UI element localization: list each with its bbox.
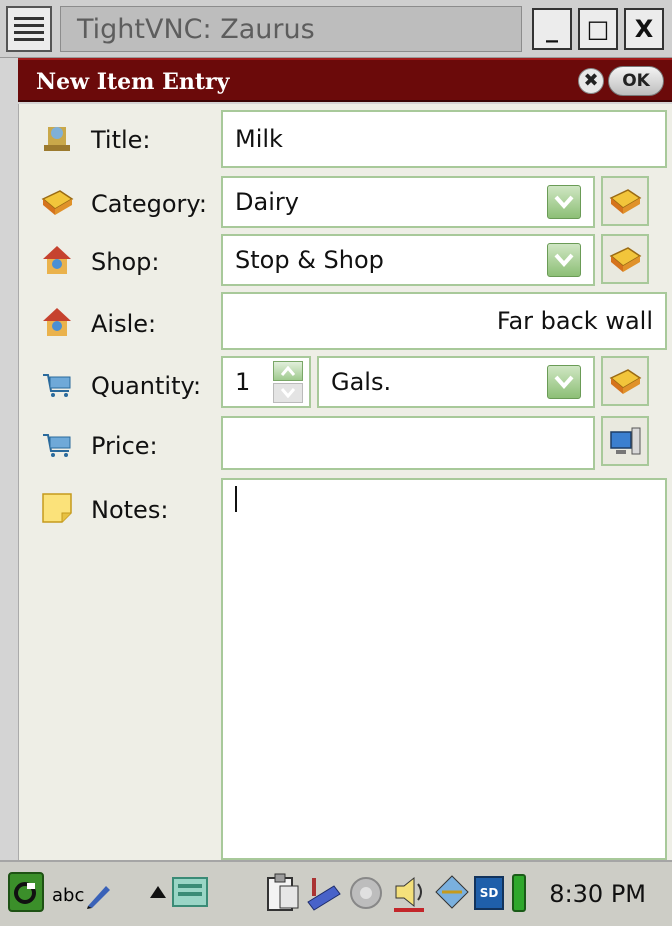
aisle-label: Aisle:: [91, 310, 157, 338]
triangle-up-icon[interactable]: [150, 886, 166, 898]
pen-icon: [87, 886, 111, 909]
window-title: TightVNC: Zaurus: [60, 6, 522, 52]
minimize-button[interactable]: _: [532, 8, 572, 50]
book-icon: [609, 369, 642, 394]
quantity-value: 1: [235, 368, 251, 396]
shop-value: Stop & Shop: [235, 246, 384, 274]
input-method-label: abc: [52, 884, 85, 906]
price-input[interactable]: [221, 416, 595, 470]
notes-label: Notes:: [91, 496, 169, 524]
paint-icon[interactable]: [304, 872, 344, 914]
close-window-button[interactable]: X: [624, 8, 664, 50]
quantity-label: Quantity:: [91, 372, 202, 400]
volume-icon[interactable]: [390, 872, 430, 914]
cart-icon: [39, 426, 75, 462]
grocery-icon: [39, 120, 75, 156]
clipboard-icon[interactable]: [262, 872, 302, 914]
taskbar: abc SD 8:30 PM: [0, 860, 672, 926]
notes-textarea[interactable]: [221, 478, 667, 860]
book-icon: [609, 247, 642, 272]
computer-icon: [610, 427, 641, 455]
category-select[interactable]: Dairy: [221, 176, 595, 228]
keyboard-icon[interactable]: [170, 874, 210, 910]
text-cursor: [235, 486, 237, 512]
category-label: Category:: [91, 190, 207, 218]
chevron-up-icon[interactable]: [273, 361, 303, 381]
close-button[interactable]: ✖: [578, 68, 604, 94]
start-menu-icon[interactable]: [8, 872, 44, 912]
edit-units-button[interactable]: [601, 356, 649, 406]
chevron-down-icon[interactable]: [547, 243, 581, 277]
title-label: Title:: [91, 126, 151, 154]
ok-button[interactable]: OK: [608, 66, 664, 96]
shop-select[interactable]: Stop & Shop: [221, 234, 595, 286]
quantity-stepper[interactable]: 1: [221, 356, 311, 408]
book-icon: [609, 189, 642, 214]
note-icon: [39, 490, 75, 526]
calculator-button[interactable]: [601, 416, 649, 466]
aisle-input[interactable]: Far back wall: [221, 292, 667, 350]
edit-categories-button[interactable]: [601, 176, 649, 226]
cart-icon: [39, 366, 75, 402]
vnc-titlebar: TightVNC: Zaurus _ □ X: [0, 0, 672, 58]
spin-buttons[interactable]: [273, 361, 303, 403]
network-icon[interactable]: [432, 872, 472, 914]
battery-icon[interactable]: [512, 874, 526, 912]
unit-value: Gals.: [331, 368, 392, 396]
window-menu-button[interactable]: [6, 6, 52, 52]
gear-icon[interactable]: [346, 872, 386, 914]
category-value: Dairy: [235, 188, 299, 216]
item-entry-form: Title: Milk Category: Dairy Shop: Stop &…: [18, 104, 672, 860]
title-input[interactable]: Milk: [221, 110, 667, 168]
price-label: Price:: [91, 432, 158, 460]
maximize-button[interactable]: □: [578, 8, 618, 50]
house-icon: [39, 304, 75, 340]
shop-label: Shop:: [91, 248, 160, 276]
chevron-down-icon[interactable]: [547, 185, 581, 219]
chevron-down-icon[interactable]: [273, 383, 303, 403]
book-icon: [39, 184, 75, 220]
input-method-button[interactable]: abc: [52, 878, 122, 912]
clock[interactable]: 8:30 PM: [549, 874, 646, 914]
app-header: New Item Entry ✖ OK: [18, 58, 672, 102]
house-icon: [39, 242, 75, 278]
edit-shops-button[interactable]: [601, 234, 649, 284]
unit-select[interactable]: Gals.: [317, 356, 595, 408]
sd-card-icon[interactable]: SD: [474, 876, 504, 910]
chevron-down-icon[interactable]: [547, 365, 581, 399]
app-title: New Item Entry: [36, 69, 230, 95]
